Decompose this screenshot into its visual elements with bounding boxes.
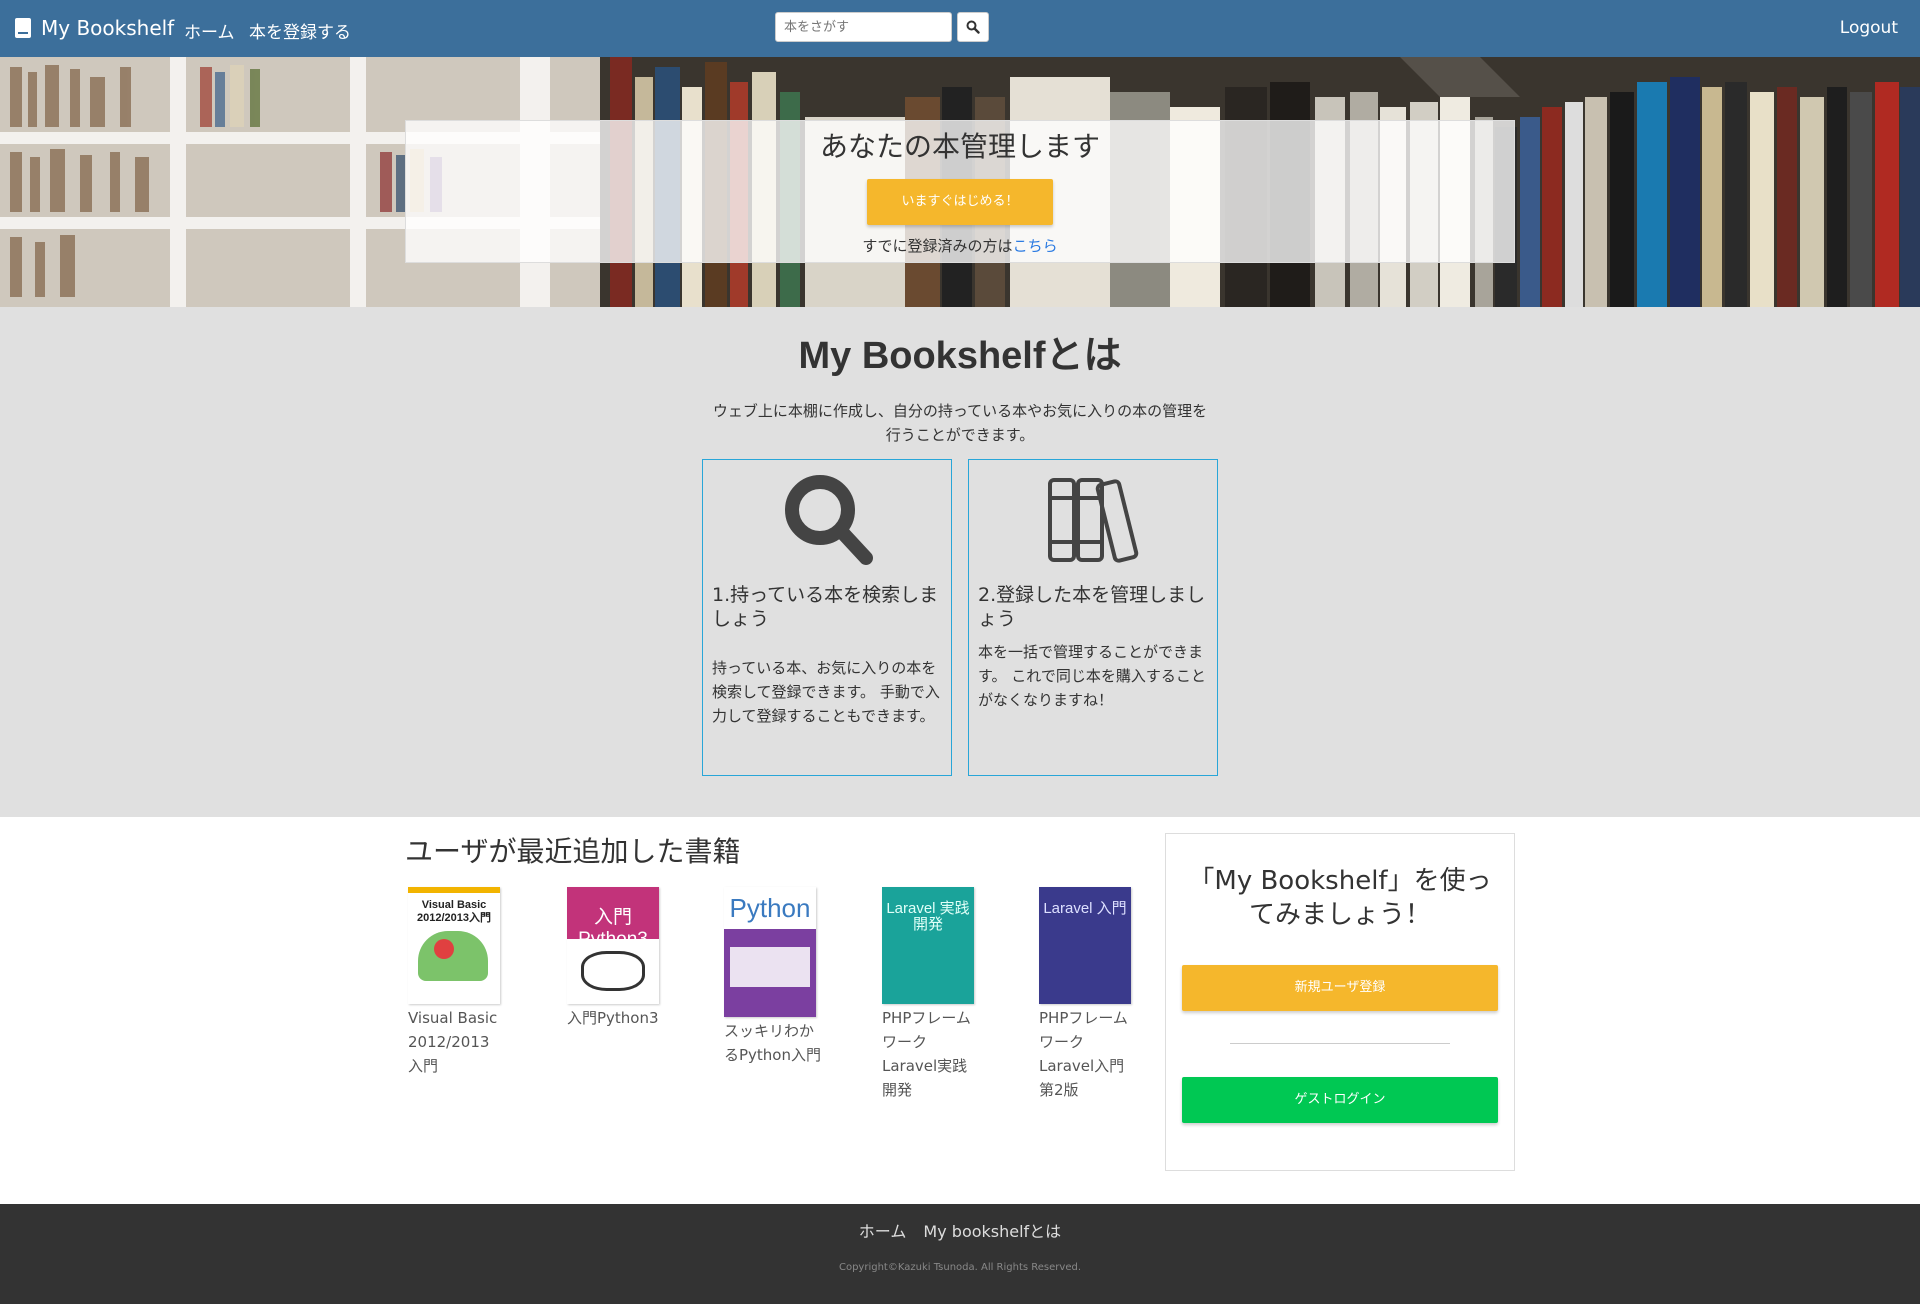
search-icon [966, 20, 980, 34]
book-title: スッキリわかるPython入門 [724, 1022, 821, 1064]
search-button[interactable] [957, 12, 989, 42]
navbar: My Bookshelf ホーム 本を登録する Logout [0, 0, 1920, 57]
cover-title: Python [729, 893, 811, 923]
signup-panel: 「My Bookshelf」を使ってみましょう！ 新規ユーザ登録 ゲストログイン [1165, 833, 1515, 1171]
book-item[interactable]: 入門 Python3 入門Python3 [567, 887, 667, 1030]
book-cover[interactable]: 入門 Python3 [567, 887, 659, 1004]
search-form [775, 12, 989, 42]
feature-text: 持っている本、お気に入りの本を検索して登録できます。 手動で入力して登録すること… [712, 659, 940, 725]
hero-panel: あなたの本管理します いますぐはじめる！ すでに登録済みの方はこちら [405, 120, 1515, 263]
book-cover[interactable]: Laravel 実践開発 [882, 887, 974, 1004]
feature-title: 1.持っている本を検索しましょう [712, 584, 939, 630]
cover-title: Laravel 入門 [1043, 900, 1127, 917]
book-title: PHPフレームワークLaravel実践開発 [882, 1009, 971, 1099]
book-cover[interactable]: Laravel 入門 [1039, 887, 1131, 1004]
already-registered-text: すでに登録済みの方はこちら [406, 235, 1514, 256]
feature-card-search: 1.持っている本を検索しましょう 持っている本、お気に入りの本を検索して登録でき… [702, 459, 952, 776]
brand[interactable]: My Bookshelf [15, 16, 174, 40]
book-item[interactable]: Visual Basic 2012/2013入門 Visual Basic 20… [408, 887, 508, 1078]
book-item[interactable]: Laravel 入門 PHPフレームワークLaravel入門 第2版 [1039, 887, 1139, 1102]
login-here-link[interactable]: こちら [1013, 237, 1058, 255]
hero-banner: あなたの本管理します いますぐはじめる！ すでに登録済みの方はこちら [0, 57, 1920, 307]
footer-links: ホーム My bookshelfとは [0, 1218, 1920, 1242]
book-cover[interactable]: Visual Basic 2012/2013入門 [408, 887, 500, 1004]
about-section: My Bookshelfとは ウェブ上に本棚に作成し、自分の持っている本やお気に… [0, 307, 1920, 817]
book-icon [15, 18, 31, 38]
cover-title: Laravel 実践開発 [886, 900, 970, 933]
copyright: Copyright©Kazuki Tsunoda. All Rights Res… [838, 1262, 1082, 1273]
start-now-button[interactable]: いますぐはじめる！ [867, 179, 1053, 225]
book-title: Visual Basic 2012/2013 入門 [408, 1009, 498, 1075]
feature-card-manage: 2.登録した本を管理しましょう 本を一括で管理することができます。 これで同じ本… [968, 459, 1218, 776]
nav-home[interactable]: ホーム [184, 18, 235, 43]
footer: ホーム My bookshelfとは Copyright©Kazuki Tsun… [0, 1204, 1920, 1304]
already-registered-label: すでに登録済みの方は [862, 237, 1013, 255]
books-icon [1048, 478, 1139, 563]
footer-home-link[interactable]: ホーム [859, 1222, 907, 1241]
nav-register-book[interactable]: 本を登録する [249, 18, 351, 43]
cover-title: 入門 Python3 [578, 907, 648, 950]
feature-text: 本を一括で管理することができます。 これで同じ本を購入することがなくなりますね！ [978, 643, 1206, 709]
about-description: ウェブ上に本棚に作成し、自分の持っている本やお気に入りの本の管理を行うことができ… [712, 402, 1208, 444]
book-item[interactable]: Laravel 実践開発 PHPフレームワークLaravel実践開発 [882, 887, 982, 1102]
book-cover[interactable]: Python [724, 887, 816, 1017]
cover-title: Visual Basic 2012/2013入門 [417, 899, 491, 924]
guest-login-button[interactable]: ゲストログイン [1182, 1077, 1498, 1123]
signup-panel-title: 「My Bookshelf」を使ってみましょう！ [1188, 866, 1492, 930]
about-title: My Bookshelfとは [798, 335, 1122, 377]
search-input[interactable] [775, 12, 952, 42]
hero-title: あなたの本管理します [819, 130, 1100, 163]
search-icon [785, 475, 873, 565]
logout-link[interactable]: Logout [1840, 18, 1898, 38]
signup-button[interactable]: 新規ユーザ登録 [1182, 965, 1498, 1011]
feature-title: 2.登録した本を管理しましょう [978, 584, 1206, 630]
book-title: 入門Python3 [567, 1009, 659, 1027]
divider [1230, 1043, 1450, 1044]
footer-about-link[interactable]: My bookshelfとは [923, 1222, 1061, 1241]
book-item[interactable]: Python スッキリわかるPython入門 [724, 887, 824, 1067]
book-title: PHPフレームワークLaravel入門 第2版 [1039, 1009, 1128, 1099]
brand-label: My Bookshelf [41, 16, 175, 40]
recent-books-title: ユーザが最近追加した書籍 [405, 835, 741, 868]
